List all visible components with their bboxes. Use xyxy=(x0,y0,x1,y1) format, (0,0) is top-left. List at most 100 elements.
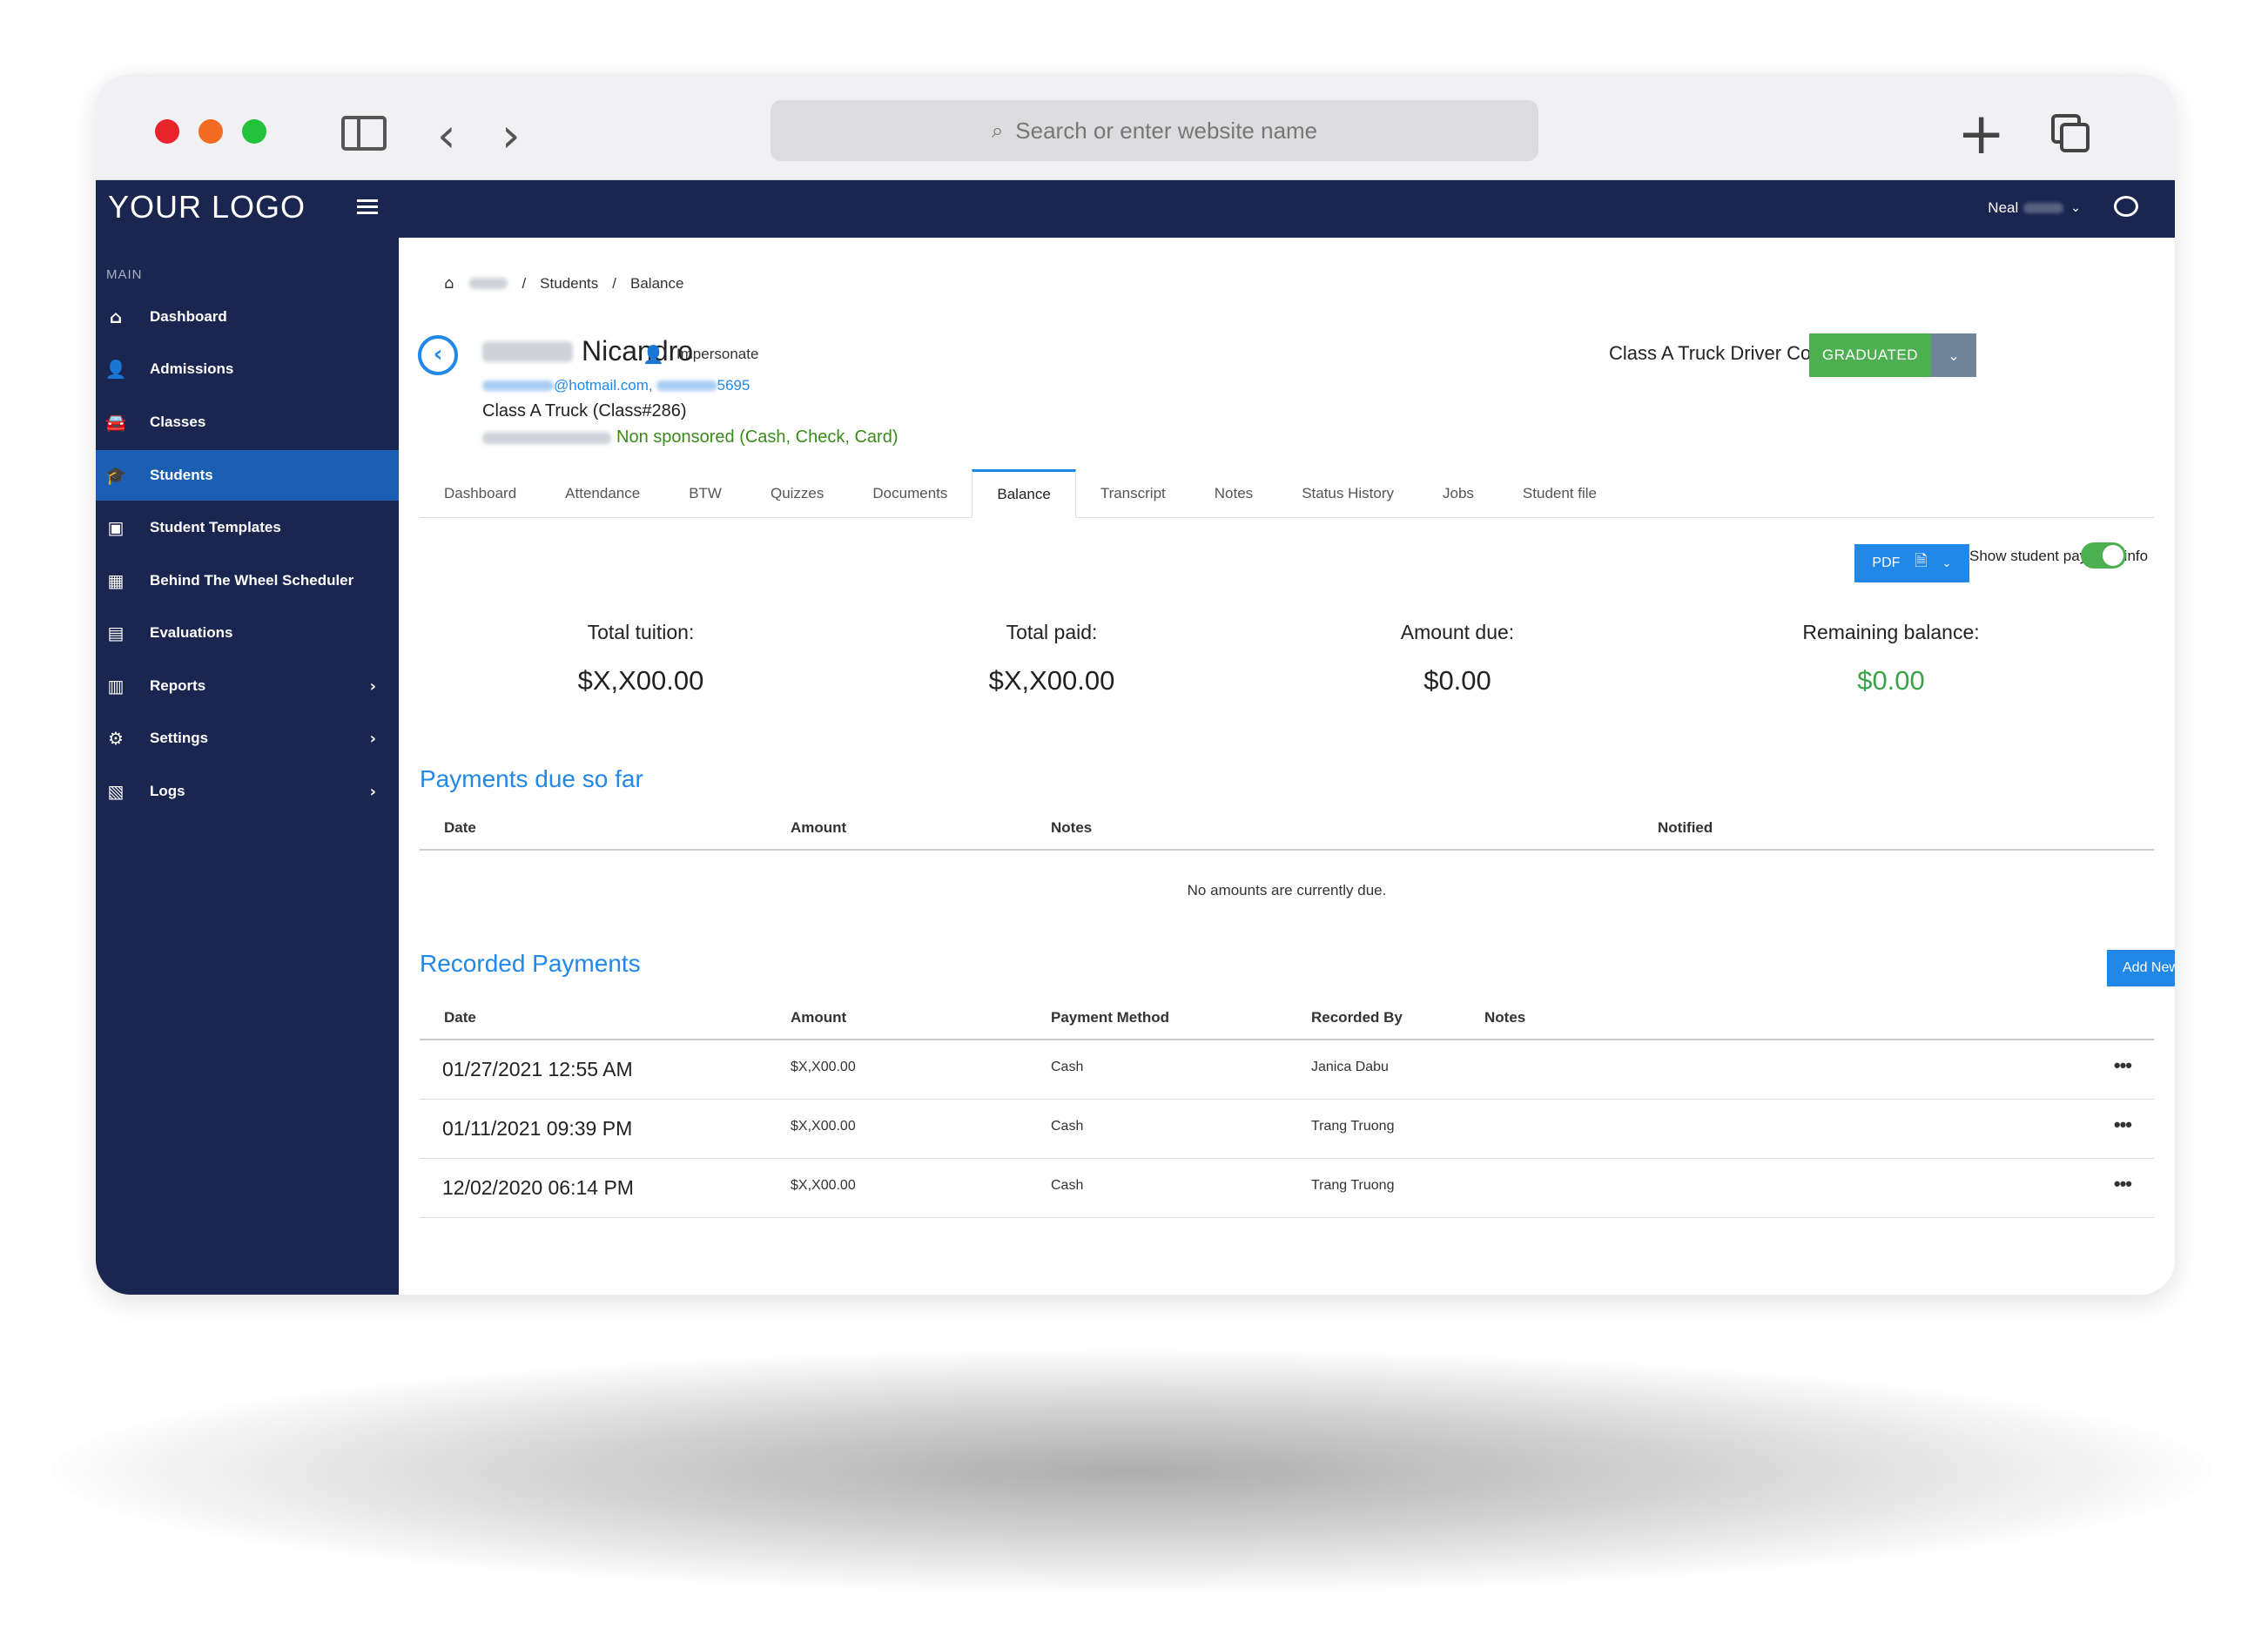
home-icon[interactable]: ⌂ xyxy=(444,274,454,293)
car-icon: 🚘 xyxy=(104,412,127,433)
tab-btw[interactable]: BTW xyxy=(664,469,746,518)
redacted-last-name xyxy=(482,340,573,362)
new-tab-icon[interactable]: + xyxy=(1957,105,2005,163)
sidebar-item-logs[interactable]: ▧ Logs › xyxy=(96,766,399,817)
payment-method: Cash xyxy=(1051,1060,1084,1074)
tab-transcript[interactable]: Transcript xyxy=(1076,469,1190,518)
status-dropdown-icon[interactable]: ⌄ xyxy=(1931,333,1976,377)
tab-jobs[interactable]: Jobs xyxy=(1418,469,1498,518)
address-book-icon: ▣ xyxy=(107,517,125,538)
url-bar[interactable]: ⌕ Search or enter website name xyxy=(771,100,1538,161)
tab-dashboard[interactable]: Dashboard xyxy=(420,469,541,518)
student-location-sponsorship: Non sponsored (Cash, Check, Card) xyxy=(482,427,898,448)
hamburger-icon[interactable] xyxy=(357,199,378,217)
show-payment-info-toggle[interactable] xyxy=(2081,542,2126,569)
sidebar-item-label: Admissions xyxy=(150,360,234,377)
table-row: 01/11/2021 09:39 PM $X,X00.00 Cash Trang Tr… xyxy=(420,1100,2154,1159)
sidebar-item-students[interactable]: 🎓 Students xyxy=(96,450,399,501)
user-secret-icon: 👤 xyxy=(643,344,664,365)
payment-date: 01/27/2021 12:55 AM xyxy=(442,1058,633,1080)
impersonate-button[interactable]: 👤 Impersonate xyxy=(643,344,758,365)
pdf-export-button[interactable]: PDF 🗎 ⌄ xyxy=(1854,544,1969,582)
close-window-button[interactable] xyxy=(155,119,179,144)
graduation-cap-icon: 🎓 xyxy=(104,465,127,486)
student-contact: @hotmail.com, 5695 xyxy=(482,377,750,394)
chevron-right-icon: › xyxy=(369,676,376,696)
maximize-window-button[interactable] xyxy=(242,119,266,144)
table-row: 12/02/2020 06:14 PM $X,X00.00 Cash Trang Tr… xyxy=(420,1159,2154,1218)
payment-method: Cash xyxy=(1051,1119,1084,1134)
browser-toolbar: ‹ › ⌕ Search or enter website name + xyxy=(96,74,2175,180)
screenshot-stage: ‹ › ⌕ Search or enter website name + YOU… xyxy=(0,0,2268,1649)
tab-notes[interactable]: Notes xyxy=(1190,469,1277,518)
tab-status-history[interactable]: Status History xyxy=(1277,469,1418,518)
payment-recorded-by: Trang Truong xyxy=(1311,1119,1395,1134)
browser-forward-icon[interactable]: › xyxy=(501,112,521,159)
summary-total-tuition: Total tuition: $X,X00.00 xyxy=(577,621,704,696)
breadcrumb: ⌂ / Students / Balance xyxy=(444,274,684,293)
sidebar-item-label: Student Templates xyxy=(150,519,281,535)
chevron-down-icon: ⌄ xyxy=(2070,201,2081,215)
summary-remaining-balance: Remaining balance: $0.00 xyxy=(1802,621,1980,696)
recorded-payments-header: Date Amount Payment Method Recorded By N… xyxy=(420,995,2154,1040)
more-options-icon[interactable]: ••• xyxy=(2114,1173,2132,1195)
sidebar-item-dashboard[interactable]: ⌂ Dashboard xyxy=(96,292,399,342)
user-name: Neal xyxy=(1988,199,2019,216)
home-icon: ⌂ xyxy=(109,306,123,327)
calendar-icon: ▦ xyxy=(107,570,125,591)
tab-documents[interactable]: Documents xyxy=(848,469,972,518)
sidebar-item-label: Logs xyxy=(150,783,185,799)
sidebar-item-classes[interactable]: 🚘 Classes xyxy=(96,397,399,448)
sidebar-item-admissions[interactable]: 👤 Admissions xyxy=(96,344,399,394)
sidebar: MAIN ⌂ Dashboard 👤 Admissions 🚘 Classes 🎓 Stude… xyxy=(96,238,399,1295)
report-icon: ▥ xyxy=(107,676,125,697)
chat-icon[interactable] xyxy=(2114,196,2138,217)
sidebar-item-label: Dashboard xyxy=(150,308,227,325)
redacted-email-user xyxy=(482,380,554,391)
payment-date: 01/11/2021 09:39 PM xyxy=(442,1117,633,1140)
tab-student-file[interactable]: Student file xyxy=(1498,469,1621,518)
chevron-right-icon: › xyxy=(369,782,376,801)
back-circle-icon[interactable]: ‹ xyxy=(418,335,458,375)
chevron-right-icon: › xyxy=(369,729,376,748)
sidebar-item-label: Classes xyxy=(150,414,206,430)
sidebar-item-label: Behind The Wheel Scheduler xyxy=(150,572,354,589)
breadcrumb-balance: Balance xyxy=(630,274,684,292)
email-link[interactable]: @hotmail.com, xyxy=(554,377,653,394)
redacted-location xyxy=(482,431,611,444)
floor-shadow xyxy=(52,1349,2211,1593)
status-graduated-button[interactable]: GRADUATED xyxy=(1809,333,1931,377)
logs-icon: ▧ xyxy=(107,781,125,802)
tab-attendance[interactable]: Attendance xyxy=(541,469,664,518)
payment-amount: $X,X00.00 xyxy=(791,1178,856,1193)
gear-icon: ⚙ xyxy=(108,728,124,749)
tab-overview-icon[interactable] xyxy=(2051,114,2090,152)
payment-amount: $X,X00.00 xyxy=(791,1060,856,1074)
table-row: 01/27/2021 12:55 AM $X,X00.00 Cash Janica D… xyxy=(420,1040,2154,1100)
sidebar-item-behind-the-wheel-scheduler[interactable]: ▦ Behind The Wheel Scheduler xyxy=(96,555,399,606)
student-class: Class A Truck (Class#286) xyxy=(482,401,687,421)
sidebar-item-reports[interactable]: ▥ Reports › xyxy=(96,661,399,711)
tab-quizzes[interactable]: Quizzes xyxy=(746,469,848,518)
redacted-school-name[interactable] xyxy=(469,278,508,289)
sidebar-toggle-icon[interactable] xyxy=(341,116,387,151)
app-logo: YOUR LOGO xyxy=(108,189,306,225)
sidebar-item-evaluations[interactable]: ▤ Evaluations xyxy=(96,608,399,658)
tab-balance[interactable]: Balance xyxy=(972,469,1076,518)
sidebar-section-label: MAIN xyxy=(106,267,143,282)
sidebar-item-settings[interactable]: ⚙ Settings › xyxy=(96,713,399,764)
more-options-icon[interactable]: ••• xyxy=(2114,1114,2132,1136)
payment-date: 12/02/2020 06:14 PM xyxy=(442,1176,634,1199)
summary-total-paid: Total paid: $X,X00.00 xyxy=(988,621,1115,696)
redacted-phone xyxy=(656,380,717,391)
add-new-payment-button[interactable]: Add New + xyxy=(2107,950,2175,986)
sidebar-item-student-templates[interactable]: ▣ Student Templates xyxy=(96,502,399,553)
minimize-window-button[interactable] xyxy=(199,119,223,144)
breadcrumb-students[interactable]: Students xyxy=(540,275,598,293)
more-options-icon[interactable]: ••• xyxy=(2114,1054,2132,1077)
user-menu[interactable]: Neal ⌄ xyxy=(1988,199,2081,217)
browser-back-icon[interactable]: ‹ xyxy=(437,112,456,159)
sidebar-item-label: Evaluations xyxy=(150,624,233,641)
sidebar-item-label: Settings xyxy=(150,730,209,746)
phone-link[interactable]: 5695 xyxy=(717,377,750,394)
